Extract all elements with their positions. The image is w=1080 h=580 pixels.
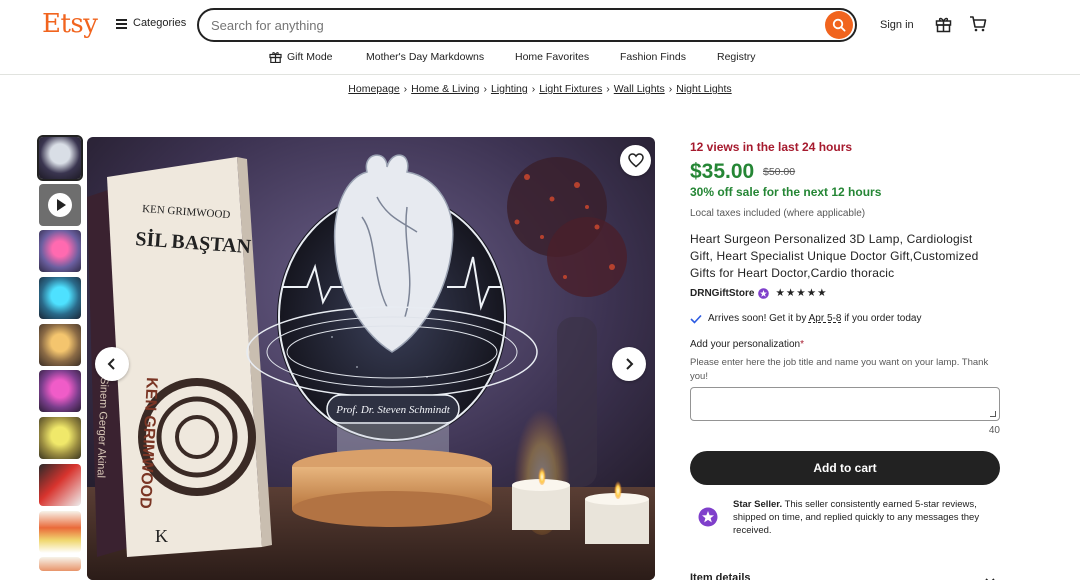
store-name-link[interactable]: DRNGiftStore <box>690 288 754 299</box>
breadcrumb-separator: › <box>668 83 673 95</box>
current-price: $35.00 <box>690 160 755 183</box>
personalization-label: Add your personalization* <box>690 339 804 350</box>
thumbnail-1[interactable] <box>37 135 83 181</box>
thumbnail-10[interactable] <box>39 557 81 572</box>
arrives-prefix: Arrives soon! Get it by <box>708 313 807 324</box>
favorite-button[interactable] <box>620 145 651 176</box>
product-photo: KEN GRIMWOOD SİL BAŞTAN KEN GRIMWOOD Sin… <box>87 137 655 580</box>
thumbnail-3[interactable] <box>39 230 81 273</box>
star-seller-title: Star Seller. <box>733 499 783 510</box>
star-seller-icon <box>698 507 718 532</box>
resize-handle[interactable] <box>990 411 996 417</box>
personalization-hint: Please enter here the job title and name… <box>690 357 989 382</box>
star-seller-badge-icon <box>758 287 770 299</box>
breadcrumb-separator: › <box>606 83 610 95</box>
personalization-label-text: Add your personalization <box>690 339 801 350</box>
original-price: $50.00 <box>763 166 796 178</box>
views-counter: 12 views in the last 24 hours <box>690 140 853 154</box>
star-seller-info: Star Seller. This seller consistently ea… <box>733 498 1003 537</box>
breadcrumb-lighting[interactable]: Lighting <box>491 83 528 95</box>
delivery-estimate: Arrives soon! Get it by Apr 5-8 if you o… <box>690 313 921 324</box>
etsy-logo[interactable]: Etsy <box>42 9 98 39</box>
thumbnail-8[interactable] <box>39 463 81 506</box>
chevron-down-icon[interactable] <box>985 572 995 580</box>
gift-icon[interactable] <box>935 16 952 38</box>
thumbnail-list <box>37 135 83 576</box>
site-header: Etsy Categories Sign in <box>0 0 1080 75</box>
thumbnail-video[interactable] <box>39 183 81 226</box>
nav-gift-mode[interactable]: Gift Mode <box>269 51 333 63</box>
categories-button[interactable]: Categories <box>116 17 186 29</box>
breadcrumb-separator: › <box>483 83 487 95</box>
chevron-left-icon <box>107 358 115 370</box>
search-input[interactable] <box>211 17 811 33</box>
cart-icon[interactable] <box>969 15 987 38</box>
book-spine-letter: K <box>155 526 168 546</box>
nav-mothers-day[interactable]: Mother's Day Markdowns <box>366 51 484 63</box>
product-image[interactable]: KEN GRIMWOOD SİL BAŞTAN KEN GRIMWOOD Sin… <box>87 137 655 580</box>
nav-fashion-finds[interactable]: Fashion Finds <box>620 51 686 63</box>
breadcrumb-wall-lights[interactable]: Wall Lights <box>614 83 665 95</box>
breadcrumb-separator: › <box>403 83 408 95</box>
rating-stars[interactable]: ★★★★★ <box>775 287 827 299</box>
categories-label: Categories <box>133 17 187 29</box>
breadcrumb-home-living[interactable]: Home & Living <box>411 83 479 95</box>
next-image-button[interactable] <box>612 347 646 381</box>
nav-label: Gift Mode <box>287 51 333 63</box>
item-details-toggle[interactable]: Item details <box>690 572 751 580</box>
breadcrumb-homepage[interactable]: Homepage <box>348 83 399 95</box>
search-button[interactable] <box>825 11 853 39</box>
previous-image-button[interactable] <box>95 347 129 381</box>
tax-note: Local taxes included (where applicable) <box>690 208 866 219</box>
arrives-suffix: if you order today <box>844 313 922 324</box>
gift-mode-icon <box>269 52 282 63</box>
thumbnail-6[interactable] <box>39 370 81 413</box>
store-row: DRNGiftStore ★★★★★ <box>690 287 828 299</box>
arrival-dates[interactable]: Apr 5-8 <box>809 313 842 324</box>
nav-registry[interactable]: Registry <box>717 51 756 63</box>
product-title: Heart Surgeon Personalized 3D Lamp, Card… <box>690 232 979 280</box>
breadcrumb-separator: › <box>531 83 536 95</box>
breadcrumb-night-lights[interactable]: Night Lights <box>676 83 731 95</box>
hamburger-icon <box>116 18 127 29</box>
nav-home-favorites[interactable]: Home Favorites <box>515 51 589 63</box>
search-icon <box>832 18 846 32</box>
play-icon <box>48 192 72 217</box>
breadcrumb: Homepage › Home & Living › Lighting › Light Fi… <box>0 83 1080 95</box>
thumbnail-4[interactable] <box>39 277 81 320</box>
breadcrumb-light-fixtures[interactable]: Light Fixtures <box>539 83 602 95</box>
personalization-textarea[interactable] <box>690 387 1000 421</box>
top-nav: Gift Mode Mother's Day Markdowns Home Fa… <box>0 51 1080 65</box>
checkmark-icon <box>690 314 702 324</box>
chevron-right-icon <box>626 358 634 370</box>
add-to-cart-button[interactable]: Add to cart <box>690 451 1000 485</box>
search-bar <box>197 8 857 42</box>
sign-in-link[interactable]: Sign in <box>880 19 914 31</box>
thumbnail-5[interactable] <box>39 323 81 366</box>
heart-icon <box>627 153 644 168</box>
required-marker: * <box>800 339 804 350</box>
lamp-engraving-text: Prof. Dr. Steven Schmindt <box>335 404 450 416</box>
thumbnail-7[interactable] <box>39 417 81 460</box>
thumbnail-9[interactable] <box>39 510 81 553</box>
character-counter: 40 <box>988 425 1000 436</box>
sale-banner: 30% off sale for the next 12 hours <box>690 185 882 199</box>
